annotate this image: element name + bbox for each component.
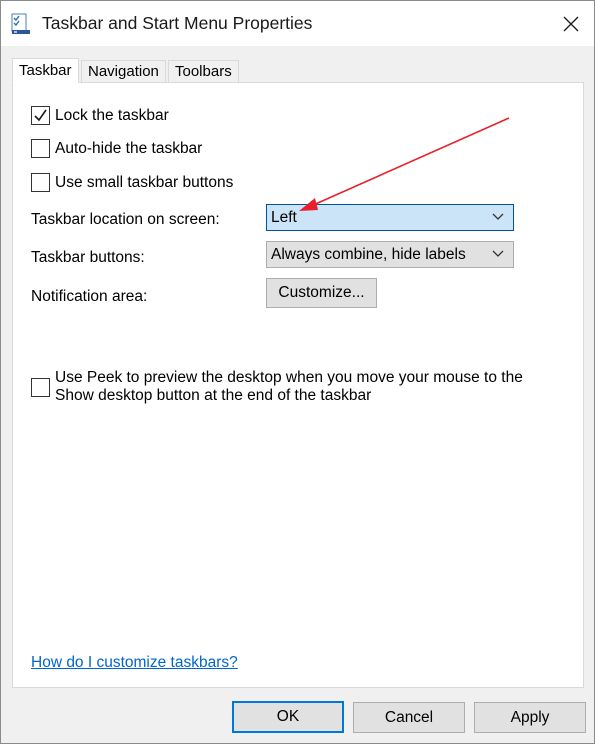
apply-button[interactable]: Apply (474, 702, 586, 733)
notification-area-label: Notification area: (31, 288, 148, 305)
chevron-down-icon (492, 250, 504, 257)
close-icon (563, 16, 579, 31)
lock-taskbar-checkbox[interactable] (31, 106, 50, 125)
customize-button[interactable]: Customize... (266, 278, 377, 308)
autohide-taskbar-checkbox[interactable] (31, 139, 50, 158)
taskbar-buttons-value: Always combine, hide labels (271, 246, 466, 263)
chevron-down-icon (492, 213, 504, 220)
peek-label-line2: Show desktop button at the end of the ta… (55, 387, 372, 404)
tab-taskbar[interactable]: Taskbar (12, 58, 79, 83)
peek-checkbox[interactable] (31, 378, 50, 397)
tab-navigation[interactable]: Navigation (81, 60, 166, 82)
window-title: Taskbar and Start Menu Properties (42, 13, 313, 33)
small-buttons-label: Use small taskbar buttons (55, 174, 234, 191)
peek-label-line1: Use Peek to preview the desktop when you… (55, 369, 523, 386)
title-bar: Taskbar and Start Menu Properties (1, 1, 594, 46)
tab-toolbars[interactable]: Toolbars (168, 60, 239, 82)
close-button[interactable] (548, 1, 594, 46)
small-buttons-checkbox[interactable] (31, 173, 50, 192)
ok-button[interactable]: OK (232, 701, 344, 733)
checkmark-icon (34, 109, 47, 122)
location-value: Left (271, 209, 297, 226)
autohide-taskbar-label: Auto-hide the taskbar (55, 140, 203, 157)
taskbar-buttons-dropdown[interactable]: Always combine, hide labels (266, 241, 514, 268)
lock-taskbar-label: Lock the taskbar (55, 107, 169, 124)
location-label: Taskbar location on screen: (31, 211, 220, 228)
taskbar-properties-icon (11, 13, 31, 35)
properties-dialog: Taskbar and Start Menu Properties Taskba… (0, 0, 595, 744)
help-link[interactable]: How do I customize taskbars? (31, 654, 238, 672)
location-dropdown[interactable]: Left (266, 204, 514, 231)
cancel-button[interactable]: Cancel (353, 702, 465, 733)
taskbar-tab-panel: Lock the taskbar Auto-hide the taskbar U… (12, 82, 584, 688)
taskbar-buttons-label: Taskbar buttons: (31, 249, 145, 266)
